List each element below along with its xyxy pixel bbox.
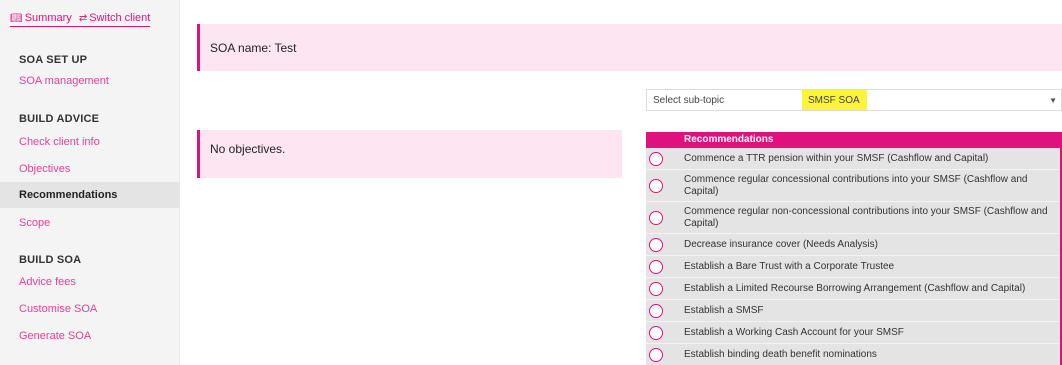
section-title-build-soa: BUILD SOA (19, 254, 82, 266)
recommendation-radio[interactable] (649, 210, 663, 225)
recommendation-label: Establish a Bare Trust with a Corporate … (684, 261, 895, 272)
recommendation-label: Commence regular non-concessional contri… (684, 206, 1048, 229)
sidebar-item-soa-management[interactable]: SOA management (19, 75, 109, 87)
recommendation-radio[interactable] (649, 178, 663, 193)
recommendation-label: Commence a TTR pension within your SMSF … (684, 153, 989, 164)
no-objectives-text: No objectives. (210, 142, 286, 156)
recommendations-header: Recommendations (646, 132, 1060, 148)
recommendation-label: Decrease insurance cover (Needs Analysis… (684, 239, 878, 250)
recommendation-radio[interactable] (649, 151, 663, 166)
sidebar-item-generate-soa[interactable]: Generate SOA (19, 330, 91, 342)
recommendation-label: Establish a Limited Recourse Borrowing A… (684, 283, 1026, 294)
sidebar-item-customise-soa[interactable]: Customise SOA (19, 303, 97, 315)
recommendation-row[interactable]: Commence a TTR pension within your SMSF … (646, 148, 1060, 170)
soa-name-label: SOA name: Test (210, 41, 297, 55)
sidebar: 📖︎ Summary ⇄ Switch client SOA SET UP SOA … (0, 0, 180, 365)
swap-icon: ⇄ (78, 13, 88, 24)
sidebar-item-advice-fees[interactable]: Advice fees (19, 276, 76, 288)
recommendation-label: Establish a Working Cash Account for you… (684, 327, 904, 338)
switch-client-link[interactable]: ⇄ Switch client (79, 12, 151, 24)
recommendation-radio[interactable] (649, 281, 663, 296)
recommendation-radio[interactable] (649, 325, 663, 340)
sidebar-item-check-client-info[interactable]: Check client info (19, 136, 100, 148)
book-icon: 📖︎ (10, 13, 23, 24)
recommendation-label: Commence regular concessional contributi… (684, 174, 1028, 197)
sidebar-item-label: Recommendations (19, 189, 118, 201)
sidebar-item-recommendations[interactable]: Recommendations (0, 182, 180, 208)
recommendation-radio[interactable] (649, 347, 663, 362)
top-nav: 📖︎ Summary ⇄ Switch client (10, 12, 151, 27)
recommendations-list: Recommendations Commence a TTR pension w… (646, 132, 1062, 365)
subtopic-select[interactable]: Select sub-topic SMSF SOA ▼ (646, 89, 1062, 111)
recommendation-row[interactable]: Commence regular non-concessional contri… (646, 202, 1060, 234)
recommendation-row[interactable]: Decrease insurance cover (Needs Analysis… (646, 234, 1060, 256)
sidebar-item-scope[interactable]: Scope (19, 217, 50, 229)
recommendation-radio[interactable] (649, 259, 663, 274)
recommendation-row[interactable]: Establish a Working Cash Account for you… (646, 322, 1060, 344)
soa-name-panel: SOA name: Test (197, 24, 1062, 71)
subtopic-value: SMSF SOA (802, 90, 867, 110)
recommendation-row[interactable]: Establish a Limited Recourse Borrowing A… (646, 278, 1060, 300)
recommendation-row[interactable]: Establish a SMSF (646, 300, 1060, 322)
recommendation-row[interactable]: Commence regular concessional contributi… (646, 170, 1060, 202)
recommendation-row[interactable]: Establish a Bare Trust with a Corporate … (646, 256, 1060, 278)
summary-link[interactable]: 📖︎ Summary (10, 12, 72, 24)
recommendation-radio[interactable] (649, 237, 663, 252)
subtopic-label: Select sub-topic (653, 95, 725, 106)
objectives-panel: No objectives. (197, 130, 622, 178)
recommendation-radio[interactable] (649, 303, 663, 318)
chevron-down-icon: ▼ (1049, 96, 1057, 105)
recommendation-row[interactable]: Establish binding death benefit nominati… (646, 344, 1060, 365)
recommendation-label: Establish a SMSF (684, 305, 764, 316)
recommendation-label: Establish binding death benefit nominati… (684, 349, 877, 360)
section-title-soa-set-up: SOA SET UP (19, 54, 88, 66)
section-title-build-advice: BUILD ADVICE (19, 113, 100, 125)
sidebar-item-objectives[interactable]: Objectives (19, 163, 70, 175)
